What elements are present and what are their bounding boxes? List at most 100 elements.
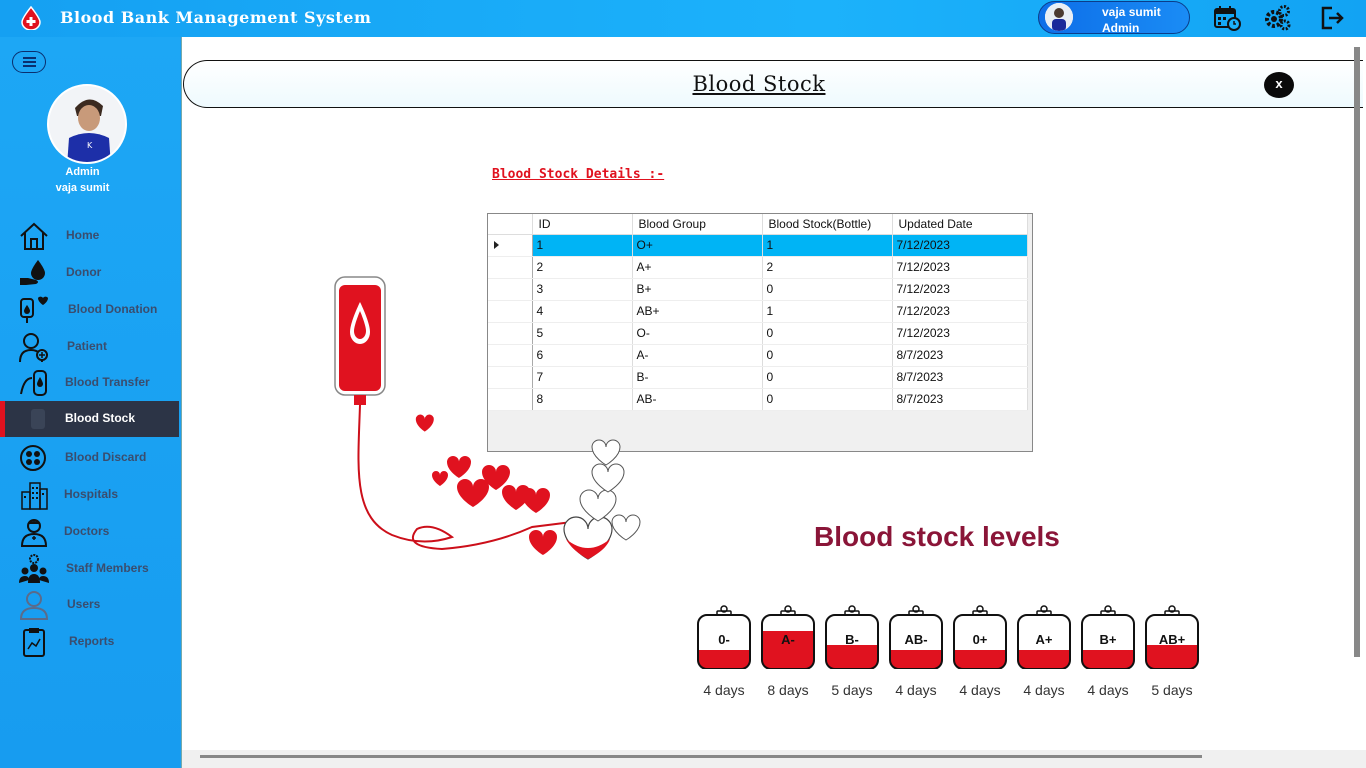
table-cell[interactable]: 7/12/2023 [892, 300, 1028, 323]
sidebar-item-blood-donation[interactable]: Blood Donation [0, 292, 179, 328]
blood-bag-icon: B+ [1081, 605, 1135, 670]
sidebar-item-label: Users [67, 597, 101, 611]
table-cell[interactable]: O+ [632, 234, 763, 257]
sidebar-item-blood-discard[interactable]: Blood Discard [0, 440, 179, 476]
table-cell[interactable]: 7/12/2023 [892, 256, 1028, 279]
user-role: Admin [1102, 21, 1140, 35]
sidebar-item-label: Reports [69, 634, 115, 648]
table-cell[interactable]: B- [632, 366, 763, 389]
table-cell[interactable]: 0 [762, 278, 893, 301]
sidebar-item-reports[interactable]: Reports [0, 624, 179, 660]
table-cell[interactable]: AB+ [632, 300, 763, 323]
donor-icon [20, 260, 45, 285]
table-cell[interactable]: 8/7/2023 [892, 366, 1028, 389]
table-cell[interactable]: 1 [762, 234, 893, 257]
table-cell[interactable]: A+ [632, 256, 763, 279]
sidebar-item-staff-members[interactable]: Staff Members [0, 551, 179, 587]
table-header-row: ID Blood Group Blood Stock(Bottle) Updat… [488, 214, 1028, 235]
sidebar-item-blood-stock[interactable]: Blood Stock [0, 401, 179, 437]
blood-stock-icon [31, 409, 45, 429]
profile-name: vaja sumit [55, 182, 110, 194]
sidebar-item-home[interactable]: Home [0, 218, 179, 254]
table-cell[interactable]: 0 [762, 322, 893, 345]
table-cell[interactable]: 7/12/2023 [892, 278, 1028, 301]
user-icon [19, 591, 49, 620]
close-button[interactable]: x [1264, 72, 1294, 98]
sidebar-item-label: Donor [66, 265, 102, 279]
blood-bag-label: A+ [1035, 632, 1053, 647]
sidebar-item-label: Hospitals [64, 487, 119, 501]
row-header[interactable] [488, 234, 533, 257]
sidebar-item-doctors[interactable]: Doctors [0, 514, 179, 550]
profile-role: Admin [65, 166, 100, 178]
column-header[interactable]: Blood Group [632, 214, 763, 235]
blood-bag-icon: B- [825, 605, 879, 670]
calendar-clock-icon[interactable] [1213, 4, 1241, 32]
app-title: Blood Bank Management System [60, 8, 372, 27]
menu-toggle-icon[interactable] [12, 51, 46, 73]
logout-icon[interactable] [1318, 4, 1346, 32]
table-cell[interactable]: 7/12/2023 [892, 322, 1028, 345]
table-cell[interactable]: 1 [532, 234, 633, 257]
sidebar-item-users[interactable]: Users [0, 587, 179, 623]
sidebar-item-blood-transfer[interactable]: Blood Transfer [0, 365, 179, 401]
patient-icon [19, 333, 48, 362]
vertical-scrollbar[interactable] [1354, 47, 1360, 657]
user-name: vaja sumit [1102, 5, 1161, 19]
horizontal-scrollbar[interactable] [200, 755, 1202, 758]
blood-bag-icon: AB+ [1145, 605, 1199, 670]
sidebar-item-label: Patient [67, 339, 108, 353]
sidebar-item-donor[interactable]: Donor [0, 255, 179, 291]
sidebar-item-label: Blood Stock [65, 411, 136, 425]
blood-drop-logo-icon [21, 6, 41, 30]
row-header-corner [488, 214, 533, 235]
blood-transfer-icon [20, 370, 47, 396]
sidebar-item-patient[interactable]: Patient [0, 329, 179, 365]
column-header[interactable]: ID [532, 214, 633, 235]
blood-bag-days: 4 days [1023, 682, 1065, 698]
sidebar-item-label: Staff Members [66, 561, 149, 575]
table-cell[interactable]: 0 [762, 344, 893, 367]
section-label: Blood Stock Details :- [492, 167, 665, 182]
report-icon [23, 628, 45, 657]
table-cell[interactable]: 0 [762, 366, 893, 389]
table-cell[interactable]: O- [632, 322, 763, 345]
page-title: Blood Stock [692, 72, 826, 96]
blood-donation-icon [20, 296, 48, 323]
table-cell[interactable]: 7/12/2023 [892, 234, 1028, 257]
table-cell[interactable]: A- [632, 344, 763, 367]
doctor-icon [20, 519, 48, 547]
blood-bag-label: B- [845, 632, 859, 647]
blood-bag-icon: 0- [697, 605, 751, 670]
blood-bag-label: 0+ [972, 632, 988, 647]
blood-bag-label: AB- [904, 632, 928, 647]
blood-discard-icon [20, 445, 46, 471]
blood-bag-days: 4 days [1087, 682, 1129, 698]
page-header: Blood Stock x [183, 60, 1363, 108]
user-profile-pill[interactable]: vaja sumit Admin [1038, 1, 1190, 35]
blood-bag-label: A- [781, 632, 795, 647]
sidebar: K Admin vaja sumit Home Donor Blood Dona… [0, 37, 180, 768]
sidebar-item-label: Doctors [64, 524, 110, 538]
table-cell[interactable]: 0 [762, 388, 893, 411]
sidebar-item-label: Blood Discard [65, 450, 147, 464]
blood-bag-label: 0- [718, 632, 730, 647]
sidebar-item-label: Blood Donation [68, 302, 158, 316]
table-cell[interactable]: B+ [632, 278, 763, 301]
column-header[interactable]: Blood Stock(Bottle) [762, 214, 893, 235]
table-row[interactable]: 1 O+ 1 7/12/2023 [488, 234, 1028, 257]
settings-gears-icon[interactable] [1263, 4, 1291, 32]
svg-text:K: K [87, 141, 93, 150]
sidebar-item-hospitals[interactable]: Hospitals [0, 477, 179, 513]
table-cell[interactable]: 8/7/2023 [892, 344, 1028, 367]
table-cell[interactable]: 1 [762, 300, 893, 323]
hospital-icon [21, 482, 48, 510]
table-cell[interactable]: AB- [632, 388, 763, 411]
bottom-strip [182, 750, 1366, 768]
blood-bag-icon: AB- [889, 605, 943, 670]
home-icon [20, 222, 48, 250]
profile-avatar: K [47, 84, 127, 164]
column-header[interactable]: Updated Date [892, 214, 1028, 235]
table-cell[interactable]: 2 [762, 256, 893, 279]
table-cell[interactable]: 8/7/2023 [892, 388, 1028, 411]
